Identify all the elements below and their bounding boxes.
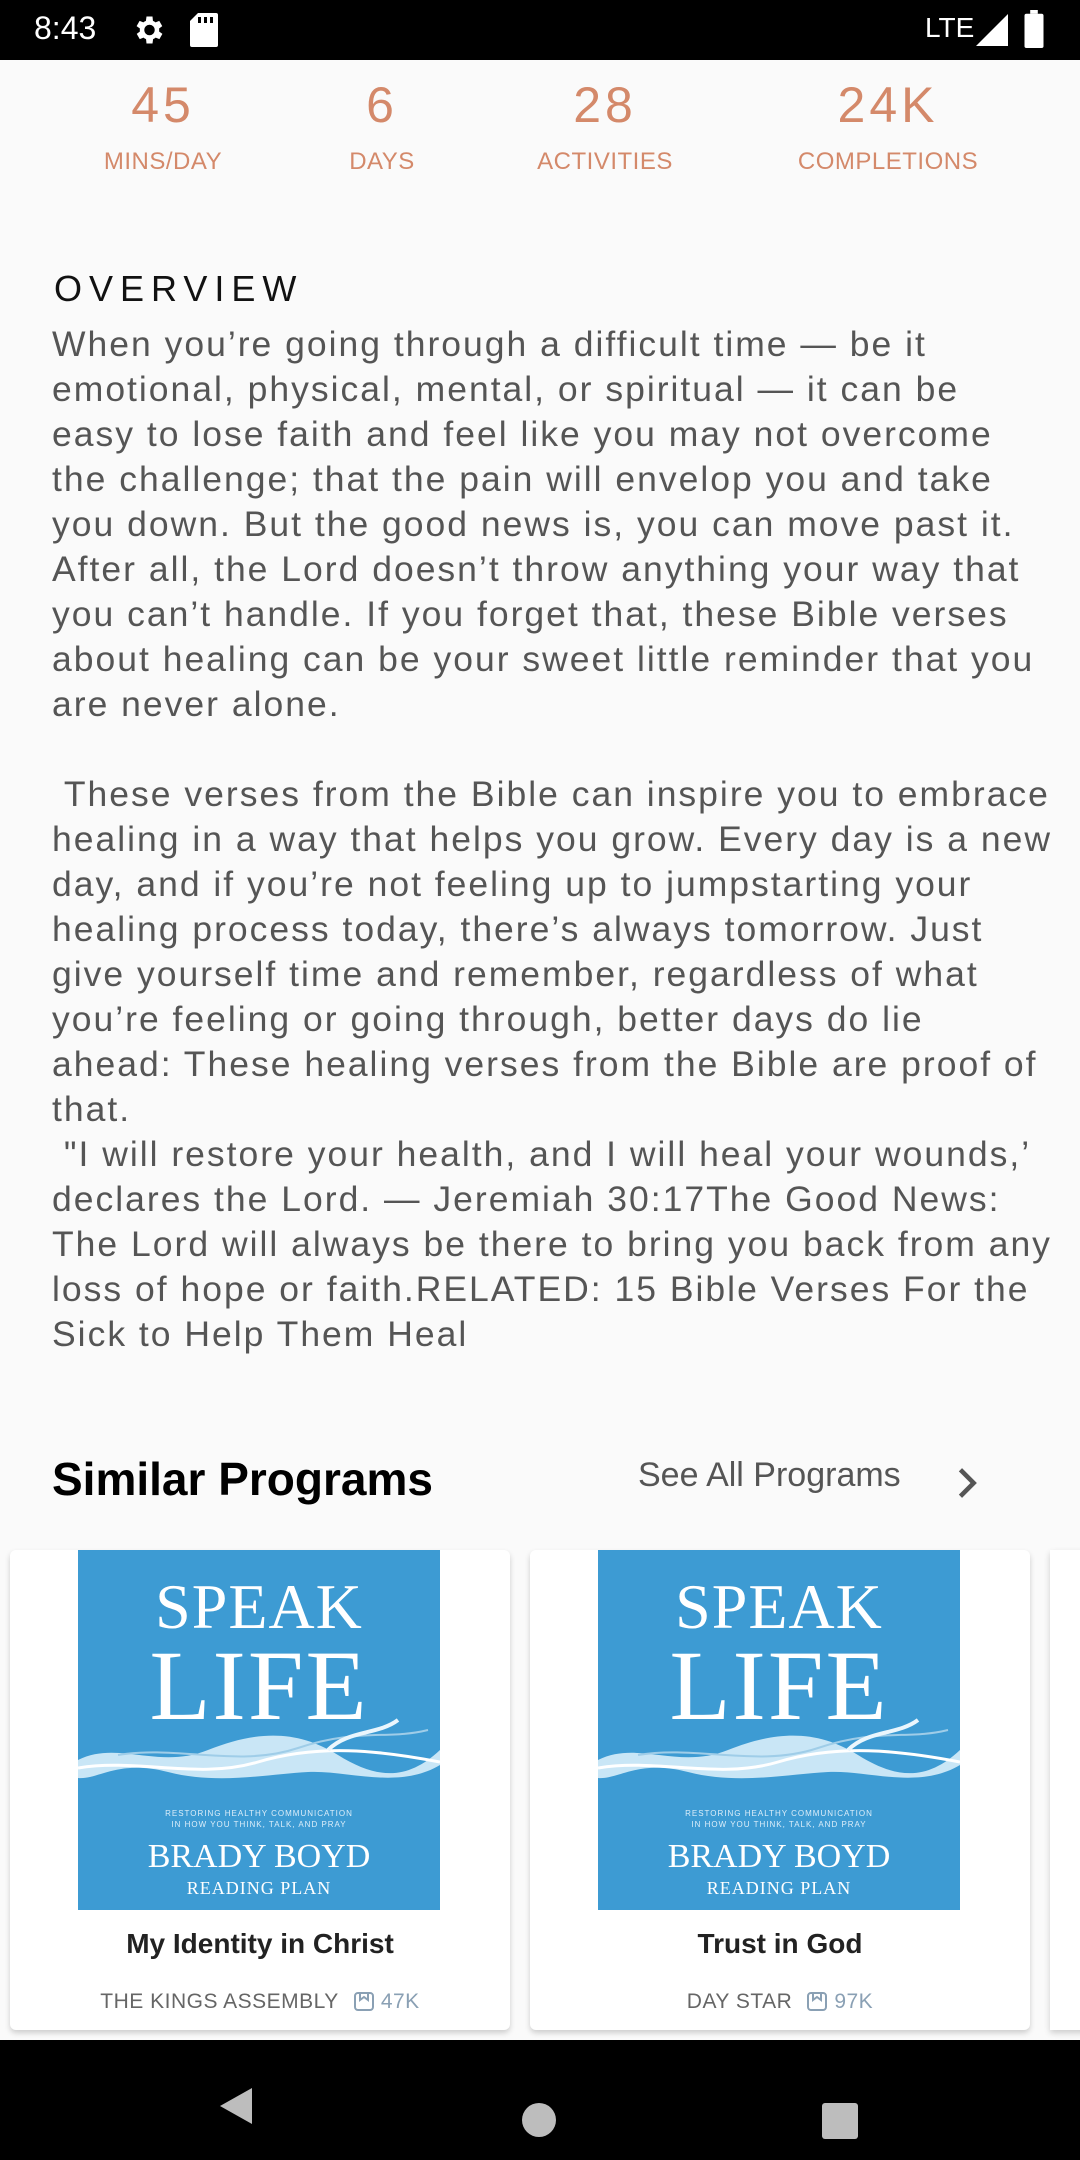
home-icon[interactable]	[522, 2103, 556, 2137]
program-count: 47K	[380, 1990, 420, 2013]
chevron-right-icon[interactable]	[956, 1466, 980, 1500]
stat-completions: 24K COMPLETIONS	[768, 76, 1008, 176]
stat-label: DAYS	[349, 148, 415, 175]
status-time: 8:43	[34, 10, 97, 46]
program-stats: 45 MINS/DAY 6 DAYS 28 ACTIVITIES 24K COM…	[0, 76, 1080, 186]
program-card[interactable]: SPEAK LIFE RESTORING HEALTHY COMMUNICATI…	[10, 1550, 510, 2030]
overview-text: When you’re going through a difficult ti…	[52, 324, 1053, 1354]
see-all-programs-link[interactable]: See All Programs	[638, 1456, 901, 1495]
network-type: LTE	[925, 12, 975, 43]
stat-value: 45	[131, 77, 195, 133]
program-author: DAY STAR	[686, 1990, 793, 2013]
program-cover-image: SPEAK LIFE RESTORING HEALTHY COMMUNICATI…	[78, 1550, 440, 1910]
cover-author: BRADY BOYD	[667, 1838, 891, 1875]
battery-icon	[1024, 10, 1044, 48]
recents-icon[interactable]	[822, 2103, 858, 2139]
program-title: My Identity in Christ	[126, 1928, 394, 1959]
stat-value: 6	[366, 77, 398, 133]
stat-value: 28	[573, 77, 637, 133]
stat-label: ACTIVITIES	[537, 148, 673, 175]
program-cover-image: SPEAK LIFE RESTORING HEALTHY COMMUNICATI…	[598, 1550, 960, 1910]
stat-label: COMPLETIONS	[797, 148, 979, 175]
program-author: THE KINGS ASSEMBLY	[100, 1990, 339, 2013]
program-count: 97K	[834, 1990, 874, 2013]
cover-subtitle: READING PLAN	[186, 1878, 332, 1898]
program-title: Trust in God	[697, 1928, 863, 1959]
navigation-bar	[0, 2040, 1080, 2160]
water-splash-graphic	[598, 1718, 960, 1779]
signal-icon	[976, 14, 1008, 46]
cover-tagline: RESTORING HEALTHY COMMUNICATION IN HOW Y…	[685, 1809, 873, 1829]
stat-mins-per-day: 45 MINS/DAY	[68, 76, 258, 176]
stat-activities: 28 ACTIVITIES	[515, 76, 695, 176]
stat-value: 24K	[837, 77, 939, 133]
gear-icon	[136, 16, 163, 44]
program-meta: DAY STAR 97K	[530, 1990, 1030, 2014]
bookmark-icon	[807, 1992, 828, 2011]
sd-card-icon	[190, 13, 218, 47]
cover-tagline: RESTORING HEALTHY COMMUNICATION IN HOW Y…	[165, 1809, 353, 1829]
cover-subtitle: READING PLAN	[706, 1878, 852, 1898]
program-meta: THE KINGS ASSEMBLY 47K	[10, 1990, 510, 2014]
program-card[interactable]: SPEAK LIFE RESTORING HEALTHY COMMUNICATI…	[530, 1550, 1030, 2030]
back-icon[interactable]	[218, 2086, 254, 2126]
status-bar: 8:43 LTE	[0, 0, 1080, 60]
bookmark-icon	[353, 1992, 374, 2011]
stat-label: MINS/DAY	[103, 148, 223, 175]
overview-heading: OVERVIEW	[54, 268, 304, 309]
water-splash-graphic	[78, 1718, 440, 1779]
program-card-peek[interactable]	[1050, 1550, 1080, 2030]
stat-days: 6 DAYS	[312, 76, 452, 176]
cover-author: BRADY BOYD	[147, 1838, 371, 1875]
similar-programs-heading: Similar Programs	[52, 1453, 433, 1505]
